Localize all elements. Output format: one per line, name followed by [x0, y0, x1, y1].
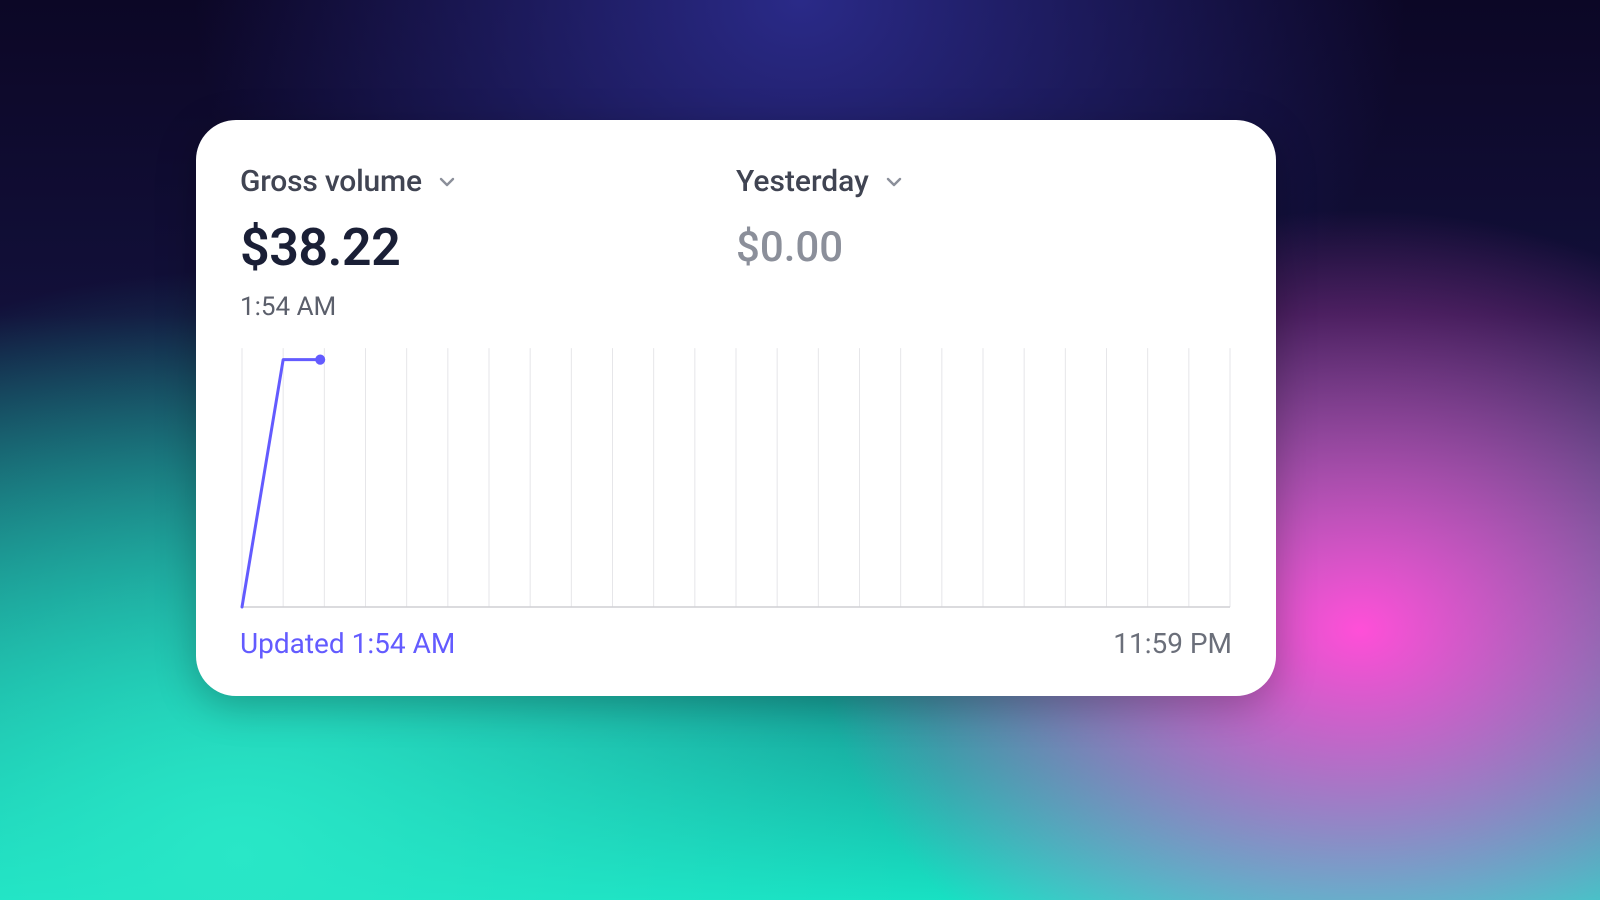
metric-label: Gross volume [240, 164, 422, 199]
compare-dropdown[interactable]: Yesterday [736, 164, 1232, 199]
chart-area [240, 342, 1232, 609]
compare-label: Yesterday [736, 164, 869, 199]
updated-label: Updated 1:54 AM [240, 627, 455, 660]
gross-volume-card: Gross volume $38.22 1:54 AM Yesterday [196, 120, 1276, 696]
chevron-down-icon [883, 171, 905, 193]
card-header: Gross volume $38.22 1:54 AM Yesterday [240, 164, 1232, 322]
compare-value: $0.00 [736, 223, 1232, 272]
metric-dropdown[interactable]: Gross volume [240, 164, 736, 199]
end-time-label: 11:59 PM [1113, 627, 1232, 660]
chevron-down-icon [436, 171, 458, 193]
metric-column: Gross volume $38.22 1:54 AM [240, 164, 736, 322]
card-footer: Updated 1:54 AM 11:59 PM [240, 627, 1232, 660]
compare-column: Yesterday $0.00 [736, 164, 1232, 322]
metric-value: $38.22 [240, 217, 736, 278]
metric-timestamp: 1:54 AM [240, 292, 736, 322]
line-chart [240, 342, 1232, 609]
